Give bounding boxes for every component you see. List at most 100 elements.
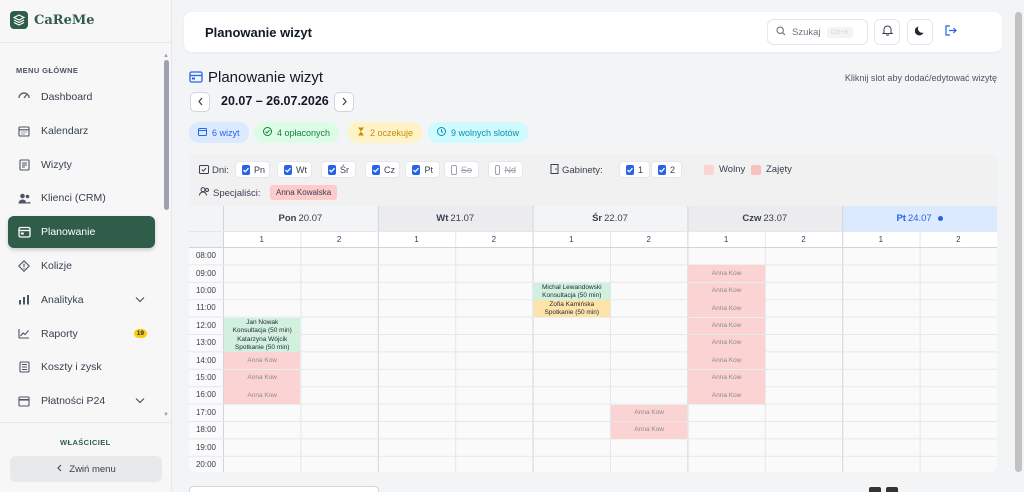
room-filter-1[interactable]: 1 xyxy=(619,161,650,178)
checkbox[interactable] xyxy=(412,164,421,175)
hour-label: 14:00 xyxy=(195,355,217,365)
sidebar-item-label: Raporty xyxy=(41,327,78,340)
busy-slot[interactable]: Anna Kow xyxy=(688,265,765,283)
day-filter-pt[interactable]: Pt xyxy=(405,161,440,178)
sidebar-item-płatności-p24[interactable]: Płatności P24 xyxy=(8,385,155,417)
sidebar-item-analityka[interactable]: Analityka xyxy=(8,284,155,316)
room-filter-2[interactable]: 2 xyxy=(651,161,682,178)
hour-label: 20:00 xyxy=(195,459,217,469)
sidebar-item-dashboard[interactable]: Dashboard xyxy=(8,81,155,113)
hour-label: 10:00 xyxy=(195,285,217,295)
search-button[interactable]: Szukaj Ctrl+K xyxy=(767,19,868,45)
hour-label: 12:00 xyxy=(195,320,217,330)
chevron-left-icon xyxy=(56,464,63,475)
hour-label: 19:00 xyxy=(195,442,217,452)
busy-slot[interactable]: Anna Kow xyxy=(224,387,301,404)
appointment-slot[interactable]: Jan Nowak Konsultacja (50 min) xyxy=(224,317,301,335)
room-filter-label: 2 xyxy=(670,164,676,175)
dashboard-icon xyxy=(17,90,31,104)
busy-slot[interactable]: Anna Kow xyxy=(611,422,688,439)
stat-visits: 6 wizyt xyxy=(189,122,249,143)
busy-slot-label: Anna Kow xyxy=(247,391,278,399)
checkbox[interactable] xyxy=(284,164,292,175)
busy-slot[interactable]: Anna Kow xyxy=(224,352,301,370)
day-filter-cz[interactable]: Cz xyxy=(365,161,400,178)
checkbox[interactable] xyxy=(495,164,501,175)
day-filter-nd[interactable]: Nd xyxy=(488,161,523,178)
planning-icon xyxy=(17,225,31,239)
page-scrollbar[interactable] xyxy=(1015,12,1022,472)
hour-label: 17:00 xyxy=(195,407,217,417)
sidebar-item-wizyty[interactable]: Wizyty xyxy=(8,149,155,181)
specialist-chip[interactable]: Anna Kowalska xyxy=(270,185,338,200)
sidebar-item-kalendarz[interactable]: Kalendarz xyxy=(8,115,155,147)
busy-slot[interactable]: Anna Kow xyxy=(688,335,765,352)
previous-week-button[interactable] xyxy=(190,92,210,112)
busy-slot-label: Anna Kow xyxy=(247,356,278,364)
hourglass-icon xyxy=(357,127,365,138)
busy-slot[interactable]: Anna Kow xyxy=(688,387,765,404)
reports-icon xyxy=(17,327,31,341)
sidebar-item-kolizje[interactable]: Kolizje xyxy=(8,250,155,282)
checkbox[interactable] xyxy=(328,164,336,175)
logout-button[interactable] xyxy=(937,19,963,45)
service-name: Konsultacja (50 min) xyxy=(232,326,292,334)
search-label: Szukaj xyxy=(792,26,821,38)
brand[interactable]: CaReMe xyxy=(10,10,95,30)
sidebar-item-raporty[interactable]: Raporty 19 xyxy=(8,318,155,350)
day-filter-so[interactable]: So xyxy=(444,161,479,178)
busy-slot[interactable]: Anna Kow xyxy=(688,352,765,370)
busy-slot-label: Anna Kow xyxy=(711,269,742,277)
checkbox[interactable] xyxy=(451,164,457,175)
busy-slot[interactable]: Anna Kow xyxy=(688,369,765,387)
dark-mode-toggle[interactable] xyxy=(907,19,933,45)
scroll-down-arrow-icon[interactable]: ▼ xyxy=(163,412,169,418)
appointment-slot[interactable]: Michał Lewandowski Konsultacja (50 min) xyxy=(533,282,610,300)
checkbox[interactable] xyxy=(658,164,666,175)
notifications-button[interactable] xyxy=(874,19,900,45)
logout-icon xyxy=(944,23,957,41)
bottom-button[interactable] xyxy=(869,487,881,492)
sidebar-item-label: Kolizje xyxy=(41,259,72,272)
sidebar-item-label: Planowanie xyxy=(41,226,96,239)
stat-pending-label: 2 oczekuje xyxy=(370,127,414,138)
busy-slot[interactable]: Anna Kow xyxy=(688,300,765,317)
busy-slot[interactable]: Anna Kow xyxy=(688,317,765,335)
collapse-menu-button[interactable]: Zwiń menu xyxy=(10,456,162,482)
next-week-button[interactable] xyxy=(334,92,354,112)
day-name: Czw xyxy=(742,213,762,224)
moon-icon xyxy=(914,23,926,41)
users-icon xyxy=(199,187,210,199)
specialists-label-text: Specjaliści: xyxy=(213,187,261,199)
chevron-down-icon[interactable] xyxy=(135,395,145,407)
sidebar-item-koszty-i-zysk[interactable]: Koszty i zysk xyxy=(8,351,155,383)
chevron-down-icon[interactable] xyxy=(135,294,145,306)
sidebar-item-label: Koszty i zysk xyxy=(41,361,102,374)
appointment-slot[interactable]: Zofia Kamińska Spotkanie (50 min) xyxy=(533,300,610,317)
filters-panel: Dni: Gabinety: Wolny Zajęty Specjaliści:… xyxy=(189,154,997,206)
checkbox[interactable] xyxy=(626,164,634,175)
specialists-filter-label: Specjaliści: xyxy=(199,187,261,199)
busy-slot[interactable]: Anna Kow xyxy=(224,369,301,387)
scroll-up-arrow-icon[interactable]: ▲ xyxy=(163,53,169,59)
day-filter-wt[interactable]: Wt xyxy=(277,161,312,178)
busy-slot[interactable]: Anna Kow xyxy=(688,282,765,300)
bottom-control[interactable] xyxy=(189,486,379,492)
checkbox[interactable] xyxy=(242,164,250,175)
bottom-button[interactable] xyxy=(886,487,898,492)
service-name: Spotkanie (50 min) xyxy=(234,344,290,351)
legend-free-swatch xyxy=(704,164,714,175)
checkbox[interactable] xyxy=(372,164,380,175)
room-column-header: 2 xyxy=(646,234,651,244)
legend-busy-text: Zajęty xyxy=(766,164,792,175)
day-filter-pn[interactable]: Pn xyxy=(235,161,270,178)
room-column-header: 1 xyxy=(569,234,574,244)
sidebar-scrollbar[interactable] xyxy=(164,60,169,210)
appointment-slot[interactable]: Katarzyna Wójcik Spotkanie (50 min) xyxy=(224,335,301,352)
costs-icon xyxy=(17,360,31,374)
busy-slot[interactable]: Anna Kow xyxy=(611,404,688,422)
collapse-menu-label: Zwiń menu xyxy=(69,463,116,475)
day-filter-śr[interactable]: Śr xyxy=(321,161,356,178)
sidebar-item-klienci-crm[interactable]: Klienci (CRM) xyxy=(8,182,155,214)
sidebar-item-planowanie[interactable]: Planowanie xyxy=(8,216,155,249)
